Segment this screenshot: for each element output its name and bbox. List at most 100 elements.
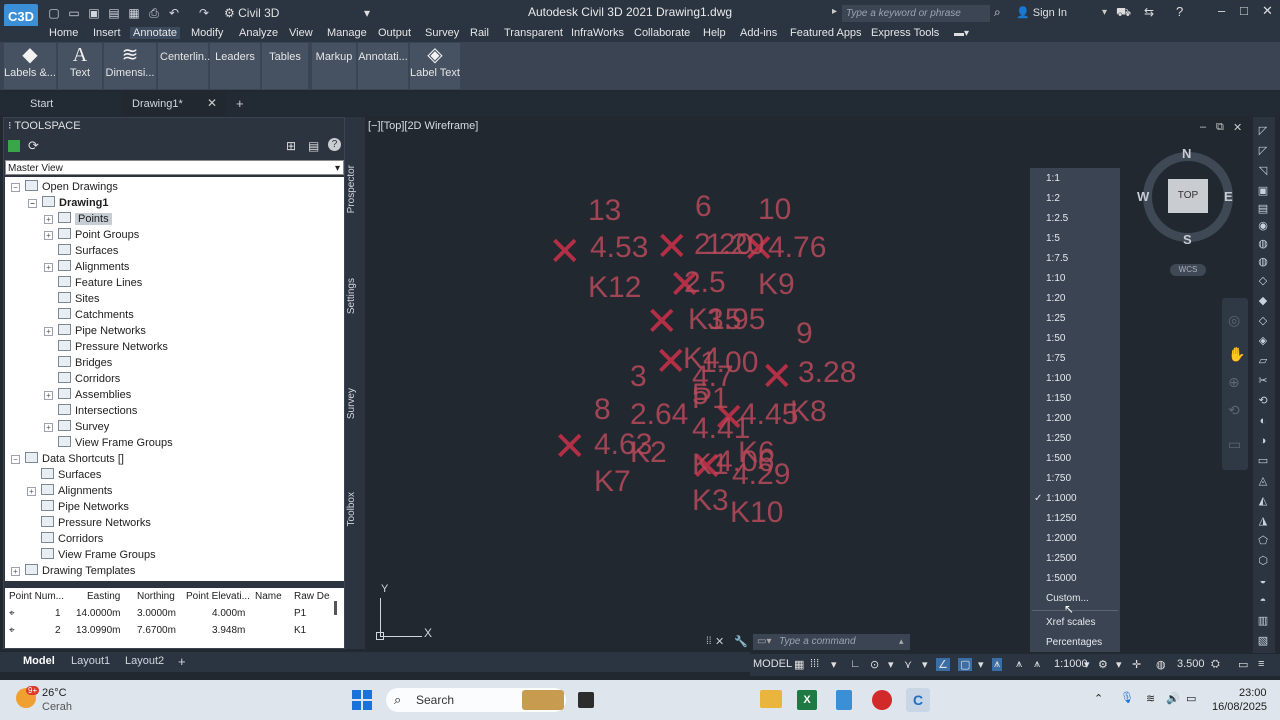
chevron-down-icon[interactable]: ▾ bbox=[831, 658, 837, 671]
markup-button[interactable]: Markup bbox=[312, 43, 356, 89]
scale-option[interactable]: 1:5 bbox=[1046, 233, 1060, 244]
command-grip-icon[interactable]: ⁞⁞ bbox=[706, 636, 712, 647]
tab-manage[interactable]: Manage bbox=[327, 27, 367, 39]
redo-icon[interactable]: ↷ bbox=[196, 5, 212, 21]
scale-option[interactable]: 1:200 bbox=[1046, 413, 1071, 424]
undo-icon[interactable]: ↶ bbox=[166, 5, 182, 21]
chevron-down-icon[interactable]: ▾ bbox=[978, 658, 984, 671]
clean-screen-icon[interactable]: ▭ bbox=[1238, 658, 1248, 671]
tool-icon[interactable]: ▣ bbox=[1256, 185, 1270, 197]
viewport-close-icon[interactable]: ✕ bbox=[1233, 121, 1242, 134]
close-command-icon[interactable]: ✕ bbox=[715, 635, 724, 648]
tree-node[interactable]: View Frame Groups bbox=[41, 547, 156, 563]
globe-icon[interactable]: ◍ bbox=[1256, 256, 1270, 268]
tree-node[interactable]: + Point Groups bbox=[44, 227, 139, 243]
save-icon[interactable]: ▣ bbox=[86, 5, 102, 21]
percentages-option[interactable]: Percentages bbox=[1046, 637, 1102, 648]
tab-collaborate[interactable]: Collaborate bbox=[634, 27, 690, 39]
excel-icon[interactable]: X bbox=[797, 690, 817, 710]
tab-survey[interactable]: Survey bbox=[346, 388, 357, 419]
clock-date[interactable]: 16/08/2025 bbox=[1212, 701, 1267, 713]
view-selector[interactable]: Master View ▾ bbox=[5, 160, 344, 175]
compass-north[interactable]: N bbox=[1182, 146, 1191, 161]
tab-home[interactable]: Home bbox=[49, 27, 78, 39]
tab-annotate[interactable]: Annotate bbox=[130, 27, 181, 39]
tree-node[interactable]: Surfaces bbox=[58, 243, 118, 259]
tables-button[interactable]: Tables bbox=[262, 43, 308, 89]
customize-icon[interactable]: ≡ bbox=[1258, 658, 1264, 670]
help-icon[interactable]: ? bbox=[1176, 4, 1183, 19]
text-button[interactable]: A Text bbox=[58, 43, 102, 89]
globe-icon[interactable]: ◍ bbox=[1256, 238, 1270, 250]
tool-icon[interactable]: ⟲ bbox=[1256, 395, 1270, 407]
table-cell[interactable]: 14.0000m bbox=[76, 608, 120, 619]
tool-icon[interactable]: ◆ bbox=[1256, 295, 1270, 307]
tool-icon[interactable]: ✂ bbox=[1256, 375, 1270, 387]
table-cell[interactable]: 13.0990m bbox=[76, 625, 120, 636]
chevron-right-icon[interactable]: ▸ bbox=[832, 6, 837, 17]
column-header[interactable]: Raw De bbox=[294, 591, 330, 602]
weather-temperature[interactable]: 26°C bbox=[42, 687, 67, 699]
point-marker[interactable]: ✕ bbox=[645, 302, 679, 342]
viewport-minimize-icon[interactable]: – bbox=[1200, 121, 1206, 133]
column-header[interactable]: Easting bbox=[87, 591, 120, 602]
tool-icon[interactable]: ◹ bbox=[1256, 165, 1270, 177]
elevation-value[interactable]: 3.500 bbox=[1177, 658, 1205, 670]
table-cell[interactable]: 3.0000m bbox=[137, 608, 176, 619]
tool-icon[interactable]: ◑ bbox=[1256, 435, 1270, 447]
grid-icon[interactable]: ▦ bbox=[794, 658, 804, 671]
tool-icon[interactable]: ◬ bbox=[1256, 475, 1270, 487]
tree-node[interactable]: Feature Lines bbox=[58, 275, 142, 291]
compass-east[interactable]: E bbox=[1224, 189, 1233, 204]
point-marker[interactable]: ✕ bbox=[655, 227, 689, 267]
tab-insert[interactable]: Insert bbox=[93, 27, 121, 39]
compass-west[interactable]: W bbox=[1137, 189, 1149, 204]
scale-option[interactable]: 1:75 bbox=[1046, 353, 1065, 364]
tab-transparent[interactable]: Transparent bbox=[504, 27, 563, 39]
column-header[interactable]: Northing bbox=[137, 591, 175, 602]
tab-addins[interactable]: Add-ins bbox=[740, 27, 777, 39]
dimensions-button[interactable]: ≋ Dimensi... bbox=[104, 43, 156, 89]
tree-node[interactable]: Pipe Networks bbox=[41, 499, 129, 515]
tool-icon[interactable]: ◮ bbox=[1256, 515, 1270, 527]
help-icon[interactable]: ? bbox=[328, 138, 341, 151]
tab-view[interactable]: View bbox=[289, 27, 313, 39]
new-tab-icon[interactable]: + bbox=[236, 96, 244, 111]
tree-node[interactable]: + Alignments bbox=[27, 483, 112, 499]
weather-condition[interactable]: Cerah bbox=[42, 701, 72, 713]
leaders-button[interactable]: Leaders bbox=[210, 43, 260, 89]
tree-node[interactable]: Corridors bbox=[41, 531, 103, 547]
wcs-menu[interactable]: WCS bbox=[1170, 264, 1206, 276]
tree-node[interactable]: + Alignments bbox=[44, 259, 129, 275]
steering-wheel-icon[interactable]: ◎ bbox=[1228, 312, 1240, 329]
tool-icon[interactable]: ◸ bbox=[1256, 125, 1270, 137]
scale-option[interactable]: 1:1 bbox=[1046, 173, 1060, 184]
signin-button[interactable]: 👤 Sign In bbox=[1016, 6, 1067, 19]
point-marker[interactable]: ✕ bbox=[548, 232, 582, 272]
notepad-icon[interactable] bbox=[836, 690, 852, 710]
object-snap-icon[interactable]: ▢ bbox=[958, 658, 973, 671]
scale-option[interactable]: 1:2 bbox=[1046, 193, 1060, 204]
orbit-icon[interactable]: ⟲ bbox=[1228, 402, 1240, 419]
isolate-icon[interactable]: ⛭ bbox=[1211, 658, 1220, 671]
exchange-icon[interactable]: ⇆ bbox=[1144, 5, 1154, 19]
tool-icon[interactable]: ▥ bbox=[1256, 615, 1270, 627]
help-search-input[interactable]: Type a keyword or phrase bbox=[842, 5, 990, 22]
column-header[interactable]: Name bbox=[255, 591, 282, 602]
green-square-icon[interactable] bbox=[8, 140, 20, 152]
chevron-down-icon[interactable]: ▾ bbox=[1084, 658, 1090, 671]
tree-node[interactable]: Catchments bbox=[58, 307, 134, 323]
tree-node[interactable]: − Open Drawings bbox=[11, 179, 118, 195]
wifi-icon[interactable]: ≋ bbox=[1146, 692, 1155, 705]
tool-icon[interactable]: ◸ bbox=[1256, 145, 1270, 157]
column-header[interactable]: Point Elevati... bbox=[186, 591, 250, 602]
tool-icon[interactable]: ◭ bbox=[1256, 495, 1270, 507]
tab-prospector[interactable]: Prospector bbox=[346, 165, 357, 213]
workspace-selector[interactable]: ⚙ Civil 3D ▾ bbox=[224, 4, 374, 22]
tree-node[interactable]: + Points bbox=[44, 211, 112, 227]
table-cell[interactable]: 2 bbox=[55, 625, 61, 636]
scale-option[interactable]: 1:500 bbox=[1046, 453, 1071, 464]
snap-icon[interactable]: ⁞⁞⁞ bbox=[810, 658, 819, 670]
microphone-icon[interactable]: 🎙 bbox=[1120, 691, 1134, 704]
tool-icon[interactable]: ▤ bbox=[1256, 203, 1270, 215]
